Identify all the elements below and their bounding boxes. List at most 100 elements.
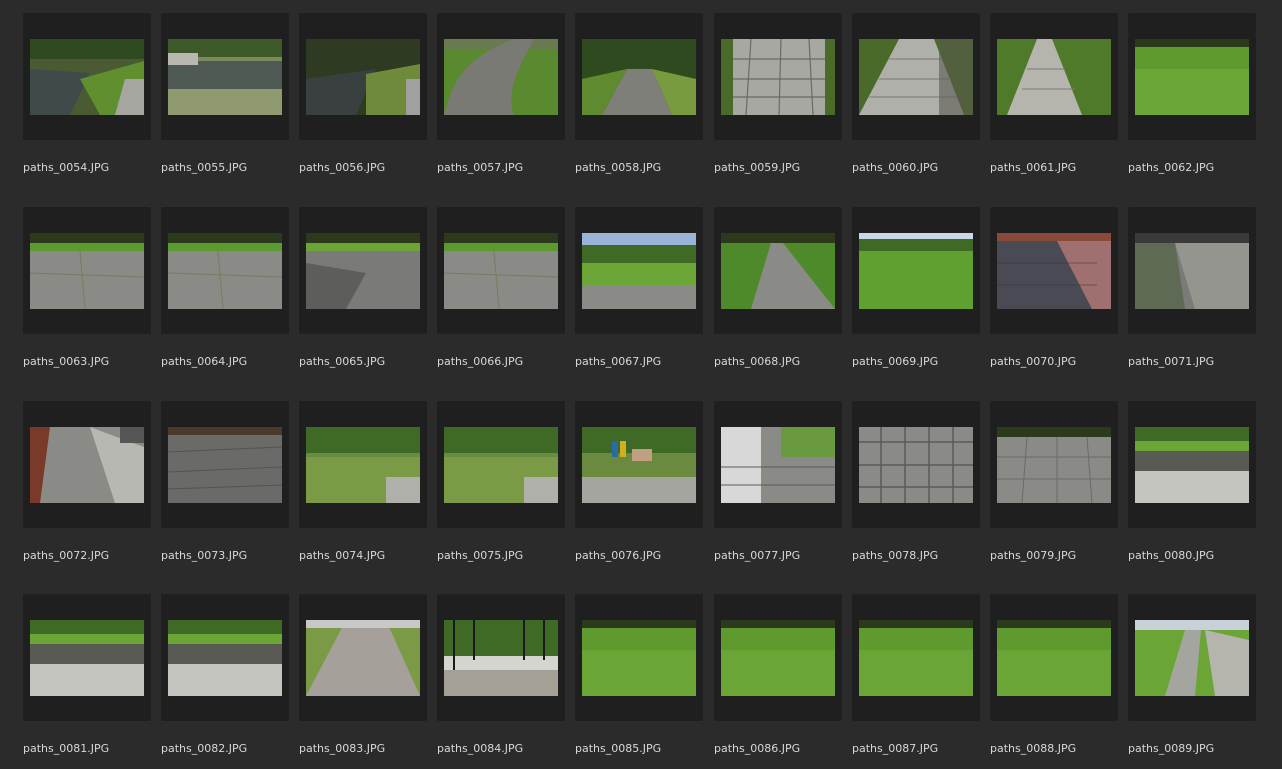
thumbnail-item[interactable]: paths_0076.JPG: [575, 401, 703, 576]
thumbnail-image[interactable]: [306, 39, 420, 115]
thumbnail-image[interactable]: [582, 427, 696, 503]
thumbnail-image[interactable]: [1135, 233, 1249, 309]
thumbnail-item[interactable]: paths_0078.JPG: [852, 401, 980, 576]
thumbnail-item[interactable]: paths_0069.JPG: [852, 207, 980, 382]
thumbnail-frame[interactable]: [23, 401, 151, 528]
thumbnail-frame[interactable]: [437, 13, 565, 140]
thumbnail-image[interactable]: [1135, 620, 1249, 696]
thumbnail-frame[interactable]: [1128, 401, 1256, 528]
thumbnail-image[interactable]: [721, 427, 835, 503]
thumbnail-frame[interactable]: [714, 594, 842, 721]
thumbnail-frame[interactable]: [990, 401, 1118, 528]
thumbnail-item[interactable]: paths_0087.JPG: [852, 594, 980, 769]
thumbnail-frame[interactable]: [852, 594, 980, 721]
thumbnail-item[interactable]: paths_0054.JPG: [23, 13, 151, 188]
thumbnail-item[interactable]: paths_0075.JPG: [437, 401, 565, 576]
thumbnail-frame[interactable]: [575, 13, 703, 140]
thumbnail-frame[interactable]: [23, 594, 151, 721]
thumbnail-image[interactable]: [30, 39, 144, 115]
thumbnail-item[interactable]: paths_0084.JPG: [437, 594, 565, 769]
thumbnail-frame[interactable]: [299, 13, 427, 140]
thumbnail-item[interactable]: paths_0065.JPG: [299, 207, 427, 382]
thumbnail-frame[interactable]: [714, 401, 842, 528]
thumbnail-item[interactable]: paths_0070.JPG: [990, 207, 1118, 382]
thumbnail-frame[interactable]: [1128, 13, 1256, 140]
thumbnail-image[interactable]: [306, 427, 420, 503]
thumbnail-image[interactable]: [721, 39, 835, 115]
thumbnail-image[interactable]: [444, 427, 558, 503]
thumbnail-image[interactable]: [30, 427, 144, 503]
thumbnail-frame[interactable]: [161, 401, 289, 528]
thumbnail-item[interactable]: paths_0064.JPG: [161, 207, 289, 382]
thumbnail-frame[interactable]: [714, 207, 842, 334]
thumbnail-image[interactable]: [582, 233, 696, 309]
thumbnail-image[interactable]: [444, 620, 558, 696]
thumbnail-image[interactable]: [997, 233, 1111, 309]
thumbnail-image[interactable]: [721, 233, 835, 309]
thumbnail-frame[interactable]: [990, 13, 1118, 140]
thumbnail-image[interactable]: [859, 427, 973, 503]
thumbnail-image[interactable]: [997, 427, 1111, 503]
thumbnail-item[interactable]: paths_0089.JPG: [1128, 594, 1256, 769]
thumbnail-item[interactable]: paths_0067.JPG: [575, 207, 703, 382]
thumbnail-item[interactable]: paths_0066.JPG: [437, 207, 565, 382]
thumbnail-frame[interactable]: [575, 401, 703, 528]
thumbnail-image[interactable]: [859, 39, 973, 115]
thumbnail-image[interactable]: [997, 39, 1111, 115]
thumbnail-frame[interactable]: [161, 13, 289, 140]
thumbnail-frame[interactable]: [299, 401, 427, 528]
thumbnail-frame[interactable]: [1128, 207, 1256, 334]
thumbnail-frame[interactable]: [575, 207, 703, 334]
thumbnail-item[interactable]: paths_0063.JPG: [23, 207, 151, 382]
thumbnail-image[interactable]: [30, 233, 144, 309]
thumbnail-image[interactable]: [582, 39, 696, 115]
thumbnail-image[interactable]: [168, 233, 282, 309]
thumbnail-item[interactable]: paths_0085.JPG: [575, 594, 703, 769]
thumbnail-frame[interactable]: [161, 594, 289, 721]
thumbnail-item[interactable]: paths_0061.JPG: [990, 13, 1118, 188]
thumbnail-item[interactable]: paths_0088.JPG: [990, 594, 1118, 769]
thumbnail-frame[interactable]: [852, 401, 980, 528]
thumbnail-item[interactable]: paths_0072.JPG: [23, 401, 151, 576]
thumbnail-frame[interactable]: [299, 207, 427, 334]
thumbnail-item[interactable]: paths_0082.JPG: [161, 594, 289, 769]
thumbnail-item[interactable]: paths_0074.JPG: [299, 401, 427, 576]
thumbnail-image[interactable]: [444, 39, 558, 115]
thumbnail-image[interactable]: [306, 233, 420, 309]
thumbnail-image[interactable]: [859, 620, 973, 696]
thumbnail-image[interactable]: [168, 39, 282, 115]
thumbnail-item[interactable]: paths_0055.JPG: [161, 13, 289, 188]
thumbnail-image[interactable]: [859, 233, 973, 309]
thumbnail-item[interactable]: paths_0077.JPG: [714, 401, 842, 576]
thumbnail-image[interactable]: [168, 427, 282, 503]
thumbnail-frame[interactable]: [990, 207, 1118, 334]
thumbnail-frame[interactable]: [575, 594, 703, 721]
thumbnail-frame[interactable]: [299, 594, 427, 721]
thumbnail-frame[interactable]: [852, 13, 980, 140]
thumbnail-frame[interactable]: [437, 207, 565, 334]
thumbnail-item[interactable]: paths_0068.JPG: [714, 207, 842, 382]
thumbnail-frame[interactable]: [990, 594, 1118, 721]
thumbnail-image[interactable]: [444, 233, 558, 309]
thumbnail-image[interactable]: [997, 620, 1111, 696]
thumbnail-frame[interactable]: [23, 207, 151, 334]
thumbnail-item[interactable]: paths_0071.JPG: [1128, 207, 1256, 382]
thumbnail-frame[interactable]: [852, 207, 980, 334]
thumbnail-item[interactable]: paths_0083.JPG: [299, 594, 427, 769]
thumbnail-frame[interactable]: [23, 13, 151, 140]
thumbnail-item[interactable]: paths_0086.JPG: [714, 594, 842, 769]
thumbnail-image[interactable]: [721, 620, 835, 696]
thumbnail-image[interactable]: [1135, 427, 1249, 503]
thumbnail-item[interactable]: paths_0056.JPG: [299, 13, 427, 188]
thumbnail-image[interactable]: [168, 620, 282, 696]
thumbnail-item[interactable]: paths_0081.JPG: [23, 594, 151, 769]
thumbnail-item[interactable]: paths_0080.JPG: [1128, 401, 1256, 576]
thumbnail-item[interactable]: paths_0073.JPG: [161, 401, 289, 576]
thumbnail-item[interactable]: paths_0079.JPG: [990, 401, 1118, 576]
thumbnail-image[interactable]: [306, 620, 420, 696]
thumbnail-frame[interactable]: [437, 401, 565, 528]
thumbnail-image[interactable]: [582, 620, 696, 696]
thumbnail-frame[interactable]: [161, 207, 289, 334]
thumbnail-image[interactable]: [1135, 39, 1249, 115]
thumbnail-item[interactable]: paths_0058.JPG: [575, 13, 703, 188]
